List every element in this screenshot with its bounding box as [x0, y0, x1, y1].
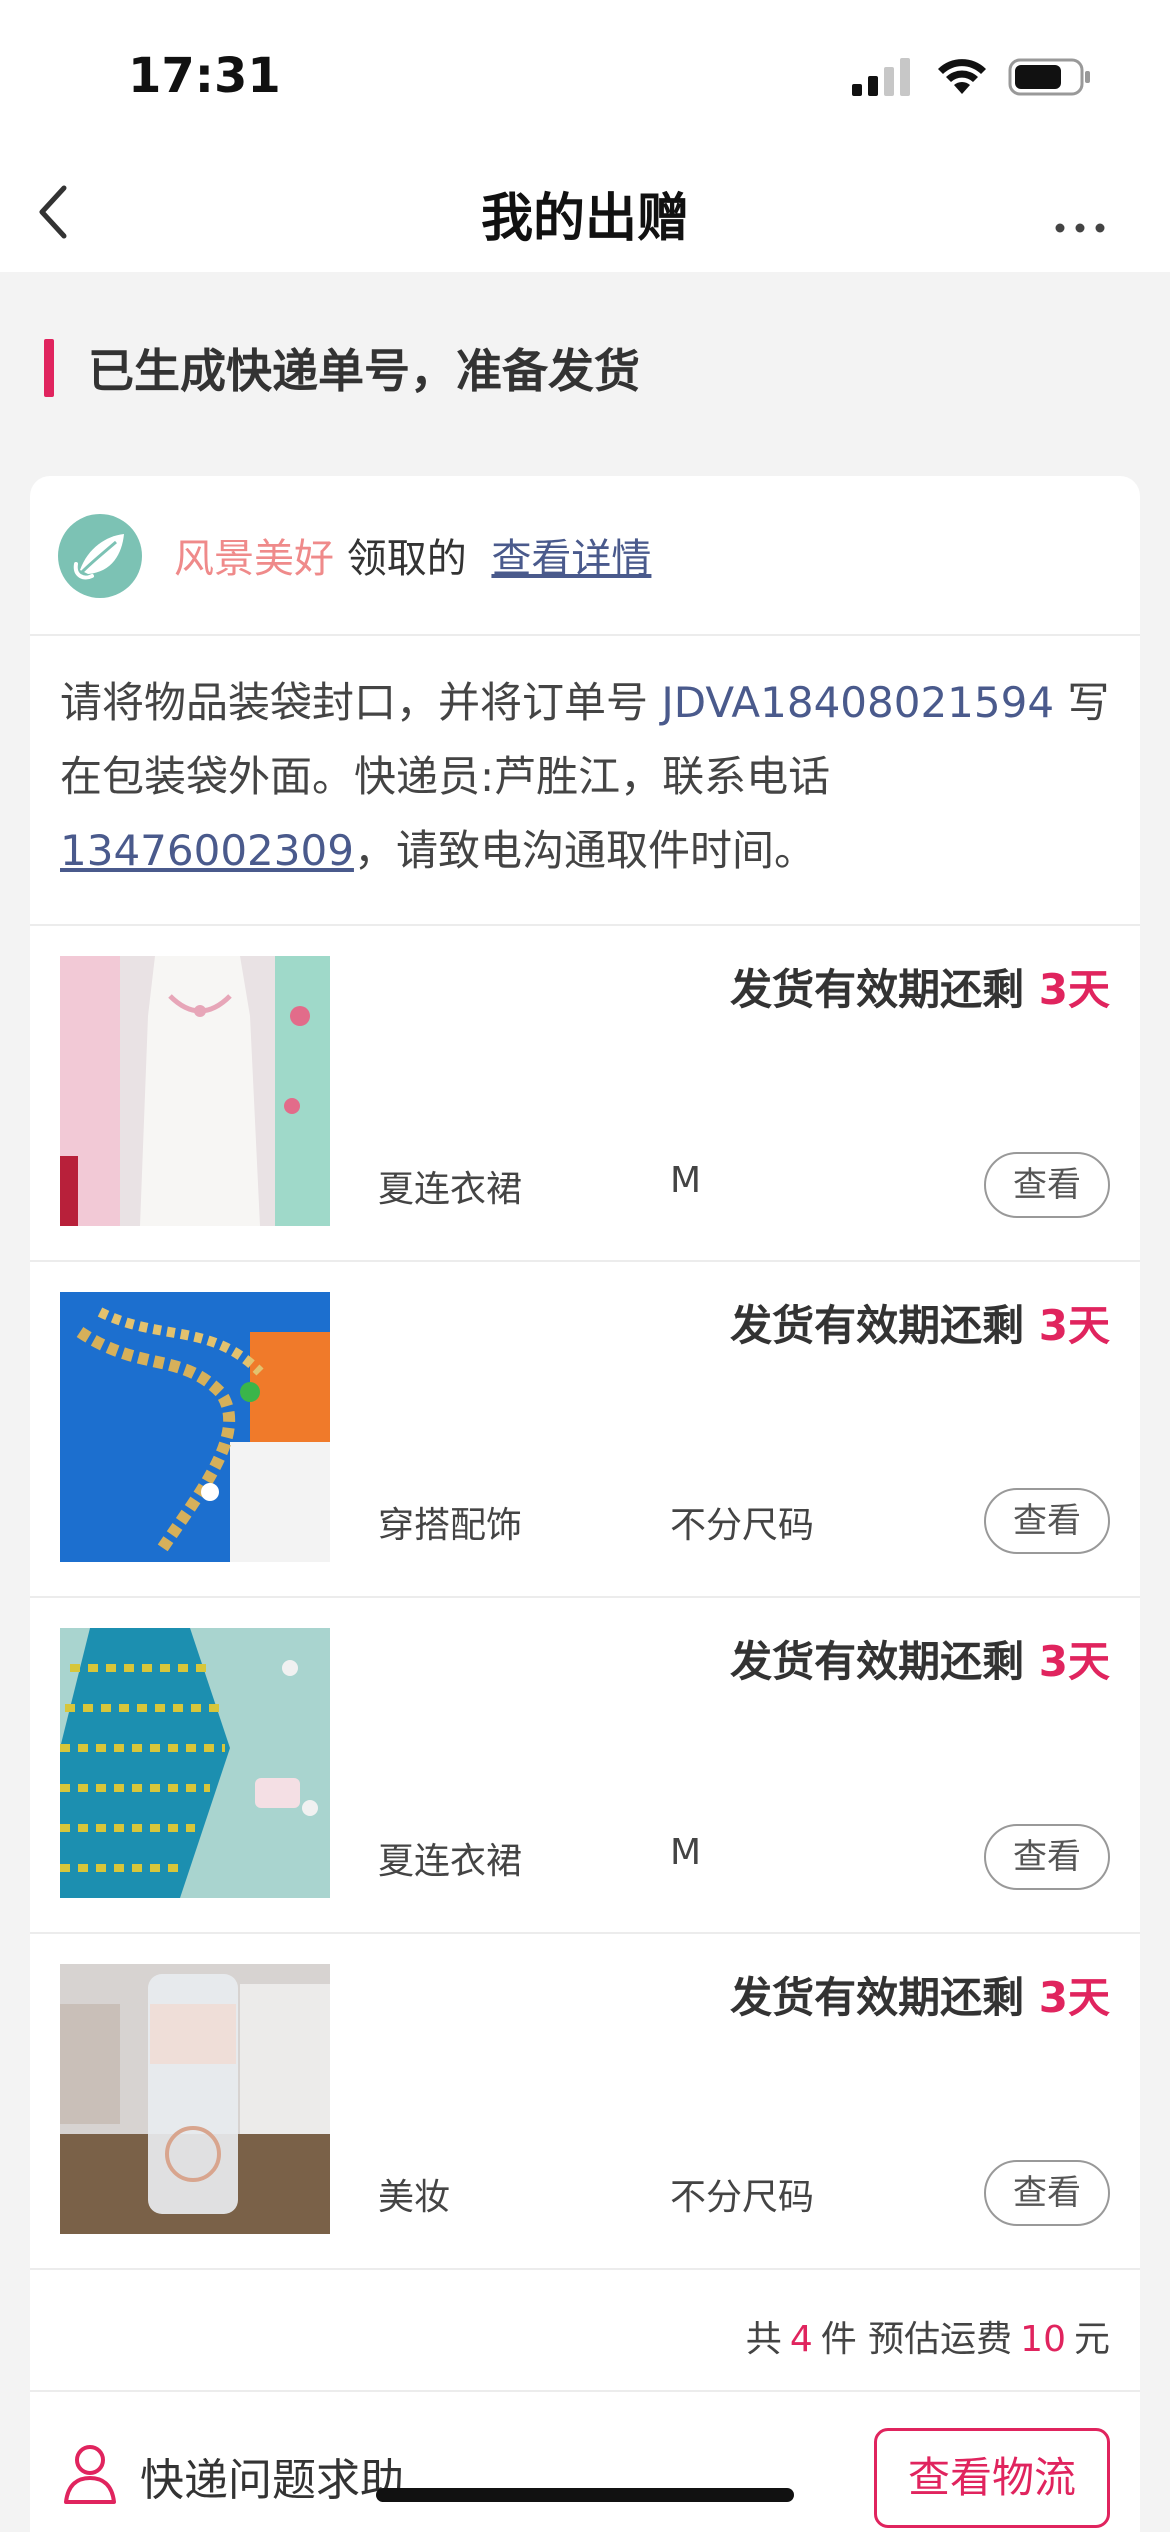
item-category: 穿搭配饰: [378, 1505, 523, 1546]
help-row: 快递问题求助 查看物流: [30, 2394, 1140, 2532]
gift-card: 风景美好 领取的 查看详情 请将物品装袋封口，并将订单号 JDVA1840802…: [30, 476, 1140, 2532]
shipping-deadline: 发货有效期还剩 3天: [730, 1628, 1110, 1689]
shipping-summary: 共4件 预估运费 10 元: [746, 2310, 1110, 2362]
deadline-days: 3天: [1038, 965, 1110, 1014]
white-dress-photo[interactable]: [60, 956, 330, 1226]
shipping-deadline: 发货有效期还剩 3天: [730, 1292, 1110, 1353]
status-bar: 17:31: [0, 0, 1170, 150]
order-number: JDVA18408021594: [661, 678, 1055, 727]
instruction-prefix: 请将物品装袋封口，并将订单号: [60, 678, 662, 727]
deadline-days: 3天: [1038, 1301, 1110, 1350]
section-header: 已生成快递单号，准备发货: [44, 336, 640, 400]
deadline-prefix: 发货有效期还剩: [730, 1973, 1039, 2022]
deadline-prefix: 发货有效期还剩: [730, 1301, 1039, 1350]
status-time: 17:31: [128, 48, 281, 104]
receiver-action: 领取的: [346, 536, 467, 582]
view-item-button[interactable]: 查看: [984, 1824, 1110, 1890]
view-item-button[interactable]: 查看: [984, 2160, 1110, 2226]
view-details-link[interactable]: 查看详情: [491, 536, 651, 582]
list-item: 发货有效期还剩 3天 夏连衣裙 M 查看: [30, 1598, 1140, 1934]
blue-dress-photo[interactable]: [60, 1628, 330, 1898]
list-item: 发货有效期还剩 3天 夏连衣裙 M 查看: [30, 926, 1140, 1262]
courier-help-link[interactable]: 快递问题求助: [140, 2444, 404, 2508]
summary-prefix: 共: [745, 2319, 782, 2360]
item-category: 夏连衣裙: [378, 1841, 523, 1882]
deadline-prefix: 发货有效期还剩: [730, 965, 1039, 1014]
deadline-prefix: 发货有效期还剩: [730, 1637, 1039, 1686]
receiver-name: 风景美好: [174, 536, 334, 582]
gold-chain-photo[interactable]: [60, 1292, 330, 1562]
item-category: 美妆: [378, 2177, 451, 2218]
summary-suffix: 元: [1073, 2319, 1110, 2360]
shipping-deadline: 发货有效期还剩 3天: [730, 1964, 1110, 2025]
more-options-icon[interactable]: [1040, 172, 1120, 252]
item-size: M: [670, 1832, 702, 1873]
cellular-signal-icon: [852, 58, 910, 96]
toner-bottle-photo[interactable]: [60, 1964, 330, 2234]
person-icon[interactable]: [60, 2442, 120, 2506]
view-item-button[interactable]: 查看: [984, 1152, 1110, 1218]
instruction-suffix: ，请致电沟通取件时间。: [353, 826, 816, 875]
receiver-avatar[interactable]: [58, 514, 142, 598]
list-item: 发货有效期还剩 3天 美妆 不分尺码 查看: [30, 1934, 1140, 2270]
nav-bar: 我的出赠: [0, 150, 1170, 272]
item-category: 夏连衣裙: [378, 1169, 523, 1210]
courier-phone-link[interactable]: 13476002309: [60, 826, 354, 875]
shipping-instruction: 请将物品装袋封口，并将订单号 JDVA18408021594 写在包装袋外面。快…: [60, 666, 1140, 888]
wifi-icon: [938, 59, 986, 94]
view-item-button[interactable]: 查看: [984, 1488, 1110, 1554]
item-size: 不分尺码: [670, 2177, 815, 2218]
section-title: 已生成快递单号，准备发货: [88, 344, 640, 398]
battery-icon: [1008, 58, 1090, 96]
receiver-info: 风景美好 领取的 查看详情: [174, 526, 651, 584]
view-logistics-button[interactable]: 查看物流: [874, 2428, 1110, 2528]
list-item: 发货有效期还剩 3天 穿搭配饰 不分尺码 查看: [30, 1262, 1140, 1598]
receiver-row: 风景美好 领取的 查看详情: [30, 476, 1140, 636]
item-size: M: [670, 1160, 702, 1201]
deadline-days: 3天: [1038, 1637, 1110, 1686]
page-title: 我的出赠: [480, 189, 689, 249]
accent-bar: [44, 339, 54, 397]
summary-middle: 件 预估运费: [820, 2319, 1013, 2360]
item-size: 不分尺码: [670, 1505, 815, 1546]
item-count: 4: [789, 2319, 813, 2360]
deadline-days: 3天: [1038, 1973, 1110, 2022]
item-list: 发货有效期还剩 3天 夏连衣裙 M 查看 发货有效期还剩 3天 穿搭配饰 不分尺…: [30, 926, 1140, 2270]
summary-row: 共4件 预估运费 10 元: [30, 2270, 1140, 2392]
home-indicator[interactable]: [376, 2488, 794, 2502]
shipping-fee: 10: [1020, 2319, 1066, 2360]
shipping-deadline: 发货有效期还剩 3天: [730, 956, 1110, 1017]
